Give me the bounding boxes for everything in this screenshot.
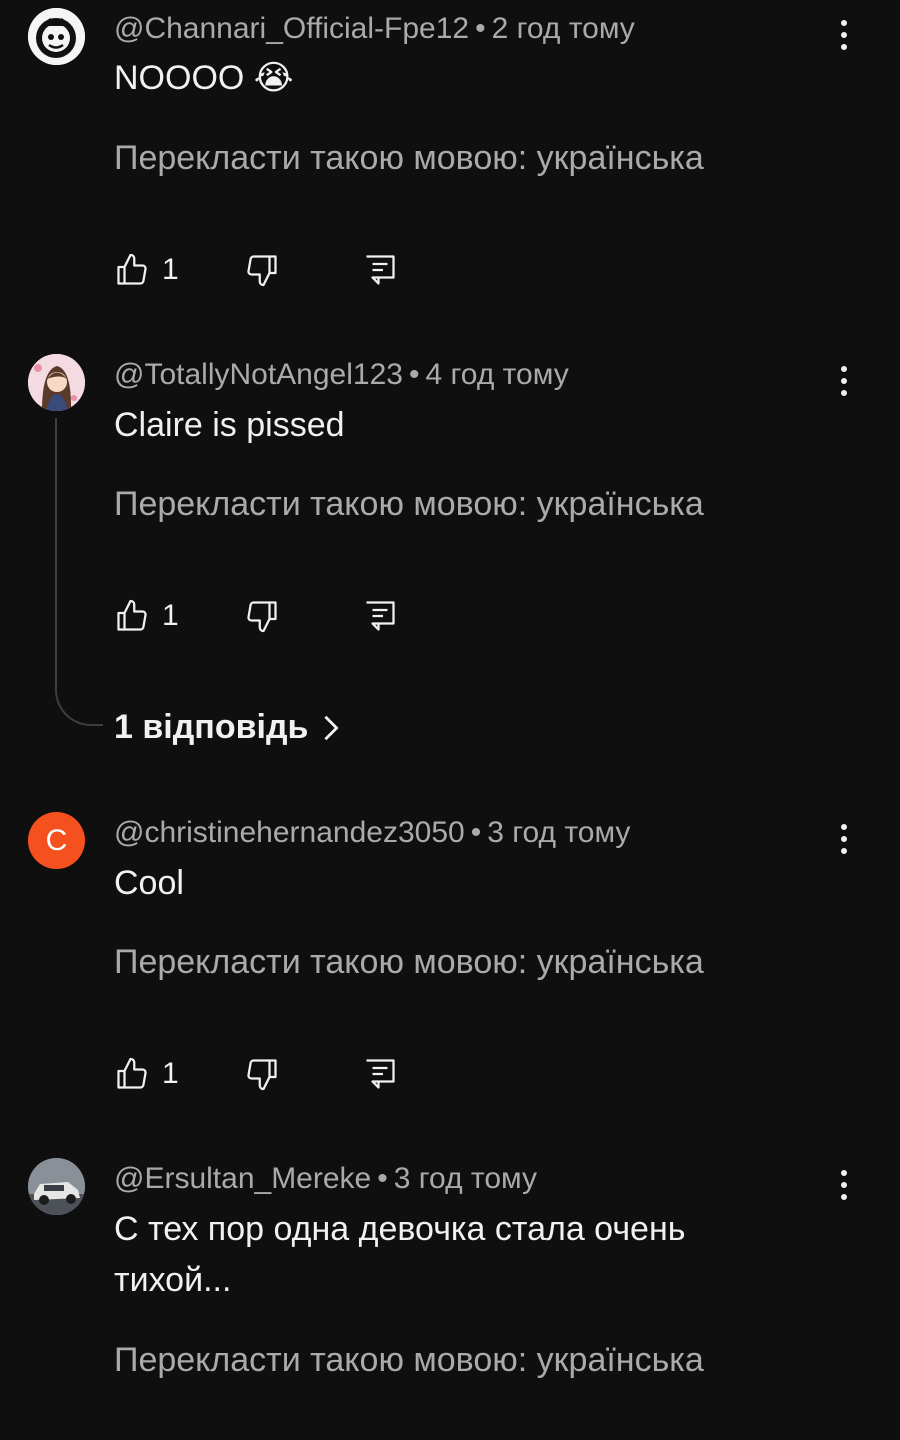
like-count: 1 bbox=[162, 253, 179, 286]
like-count: 1 bbox=[162, 1057, 179, 1090]
reply-thread-line bbox=[55, 418, 103, 726]
like-button[interactable]: 1 bbox=[114, 596, 179, 636]
comment-text: Cool bbox=[114, 864, 184, 902]
anime-girl-avatar-icon bbox=[28, 354, 85, 411]
meta-separator: • bbox=[377, 1162, 388, 1195]
view-replies-button[interactable]: 1 відповідь bbox=[114, 708, 340, 747]
channel-avatar[interactable]: C bbox=[28, 812, 85, 869]
kebab-dot bbox=[841, 848, 847, 854]
thumbs-up-icon bbox=[117, 1057, 147, 1089]
dislike-button[interactable] bbox=[244, 250, 280, 290]
comment-author[interactable]: @Ersultan_Mereke bbox=[114, 1162, 371, 1195]
kebab-dot bbox=[841, 44, 847, 50]
kebab-dot bbox=[841, 1170, 847, 1176]
reply-icon bbox=[366, 1059, 395, 1089]
comment-meta: @christinehernandez3050 • 3 год тому bbox=[114, 815, 630, 851]
comment-meta: @TotallyNotAngel123 • 4 год тому bbox=[114, 357, 569, 393]
thumbs-down-icon bbox=[247, 1059, 277, 1091]
comment-meta: @Ersultan_Mereke • 3 год тому bbox=[114, 1161, 537, 1197]
avatar-letter: C bbox=[45, 823, 68, 857]
dislike-button[interactable] bbox=[244, 596, 280, 636]
reply-button[interactable] bbox=[362, 596, 398, 636]
kebab-dot bbox=[841, 1194, 847, 1200]
thumbs-up-icon bbox=[117, 599, 147, 631]
translate-link[interactable]: Перекласти такою мовою: українська bbox=[114, 1340, 704, 1380]
car-photo-avatar-icon bbox=[28, 1158, 85, 1215]
comment-text: NOOOO 😭 bbox=[114, 59, 294, 97]
channel-avatar[interactable] bbox=[28, 1158, 85, 1215]
like-button[interactable]: 1 bbox=[114, 1054, 179, 1094]
translate-link[interactable]: Перекласти такою мовою: українська bbox=[114, 484, 704, 524]
comment-time[interactable]: 3 год тому bbox=[487, 816, 630, 849]
meta-separator: • bbox=[475, 12, 486, 45]
more-options-button[interactable] bbox=[828, 361, 860, 401]
reply-button[interactable] bbox=[362, 250, 398, 290]
kebab-dot bbox=[841, 366, 847, 372]
kebab-dot bbox=[841, 378, 847, 384]
thumbs-down-icon bbox=[247, 255, 277, 287]
cartoon-avatar-icon bbox=[28, 8, 85, 65]
comment-time[interactable]: 3 год тому bbox=[394, 1162, 537, 1195]
kebab-dot bbox=[841, 390, 847, 396]
replies-count: 1 відповідь bbox=[114, 708, 309, 746]
reply-icon bbox=[366, 255, 395, 285]
comment-text: С тех пор одна девочка стала очень тихой… bbox=[114, 1210, 686, 1299]
like-count: 1 bbox=[162, 599, 179, 632]
thumbs-up-icon bbox=[117, 253, 147, 285]
more-options-button[interactable] bbox=[828, 1165, 860, 1205]
comment-text: Claire is pissed bbox=[114, 406, 345, 444]
channel-avatar[interactable] bbox=[28, 8, 85, 65]
comment-author[interactable]: @christinehernandez3050 bbox=[114, 816, 465, 849]
like-button[interactable]: 1 bbox=[114, 250, 179, 290]
channel-avatar[interactable] bbox=[28, 354, 85, 411]
comment-author[interactable]: @TotallyNotAngel123 bbox=[114, 358, 403, 391]
translate-link[interactable]: Перекласти такою мовою: українська bbox=[114, 138, 704, 178]
translate-link[interactable]: Перекласти такою мовою: українська bbox=[114, 942, 704, 982]
reply-icon bbox=[366, 601, 395, 631]
kebab-dot bbox=[841, 1182, 847, 1188]
meta-separator: • bbox=[470, 816, 482, 849]
more-options-button[interactable] bbox=[828, 15, 860, 55]
kebab-dot bbox=[841, 32, 847, 38]
reply-button[interactable] bbox=[362, 1054, 398, 1094]
kebab-dot bbox=[841, 20, 847, 26]
comment-author[interactable]: @Channari_Official-Fpe12 bbox=[114, 12, 469, 45]
comment-meta: @Channari_Official-Fpe12 • 2 год тому bbox=[114, 11, 635, 47]
kebab-dot bbox=[841, 836, 847, 842]
comment-time[interactable]: 4 год тому bbox=[425, 358, 568, 391]
chevron-right-icon bbox=[324, 715, 340, 740]
more-options-button[interactable] bbox=[828, 819, 860, 859]
kebab-dot bbox=[841, 824, 847, 830]
thumbs-down-icon bbox=[247, 601, 277, 633]
meta-separator: • bbox=[408, 358, 420, 391]
comment-time[interactable]: 2 год тому bbox=[492, 12, 635, 45]
dislike-button[interactable] bbox=[244, 1054, 280, 1094]
